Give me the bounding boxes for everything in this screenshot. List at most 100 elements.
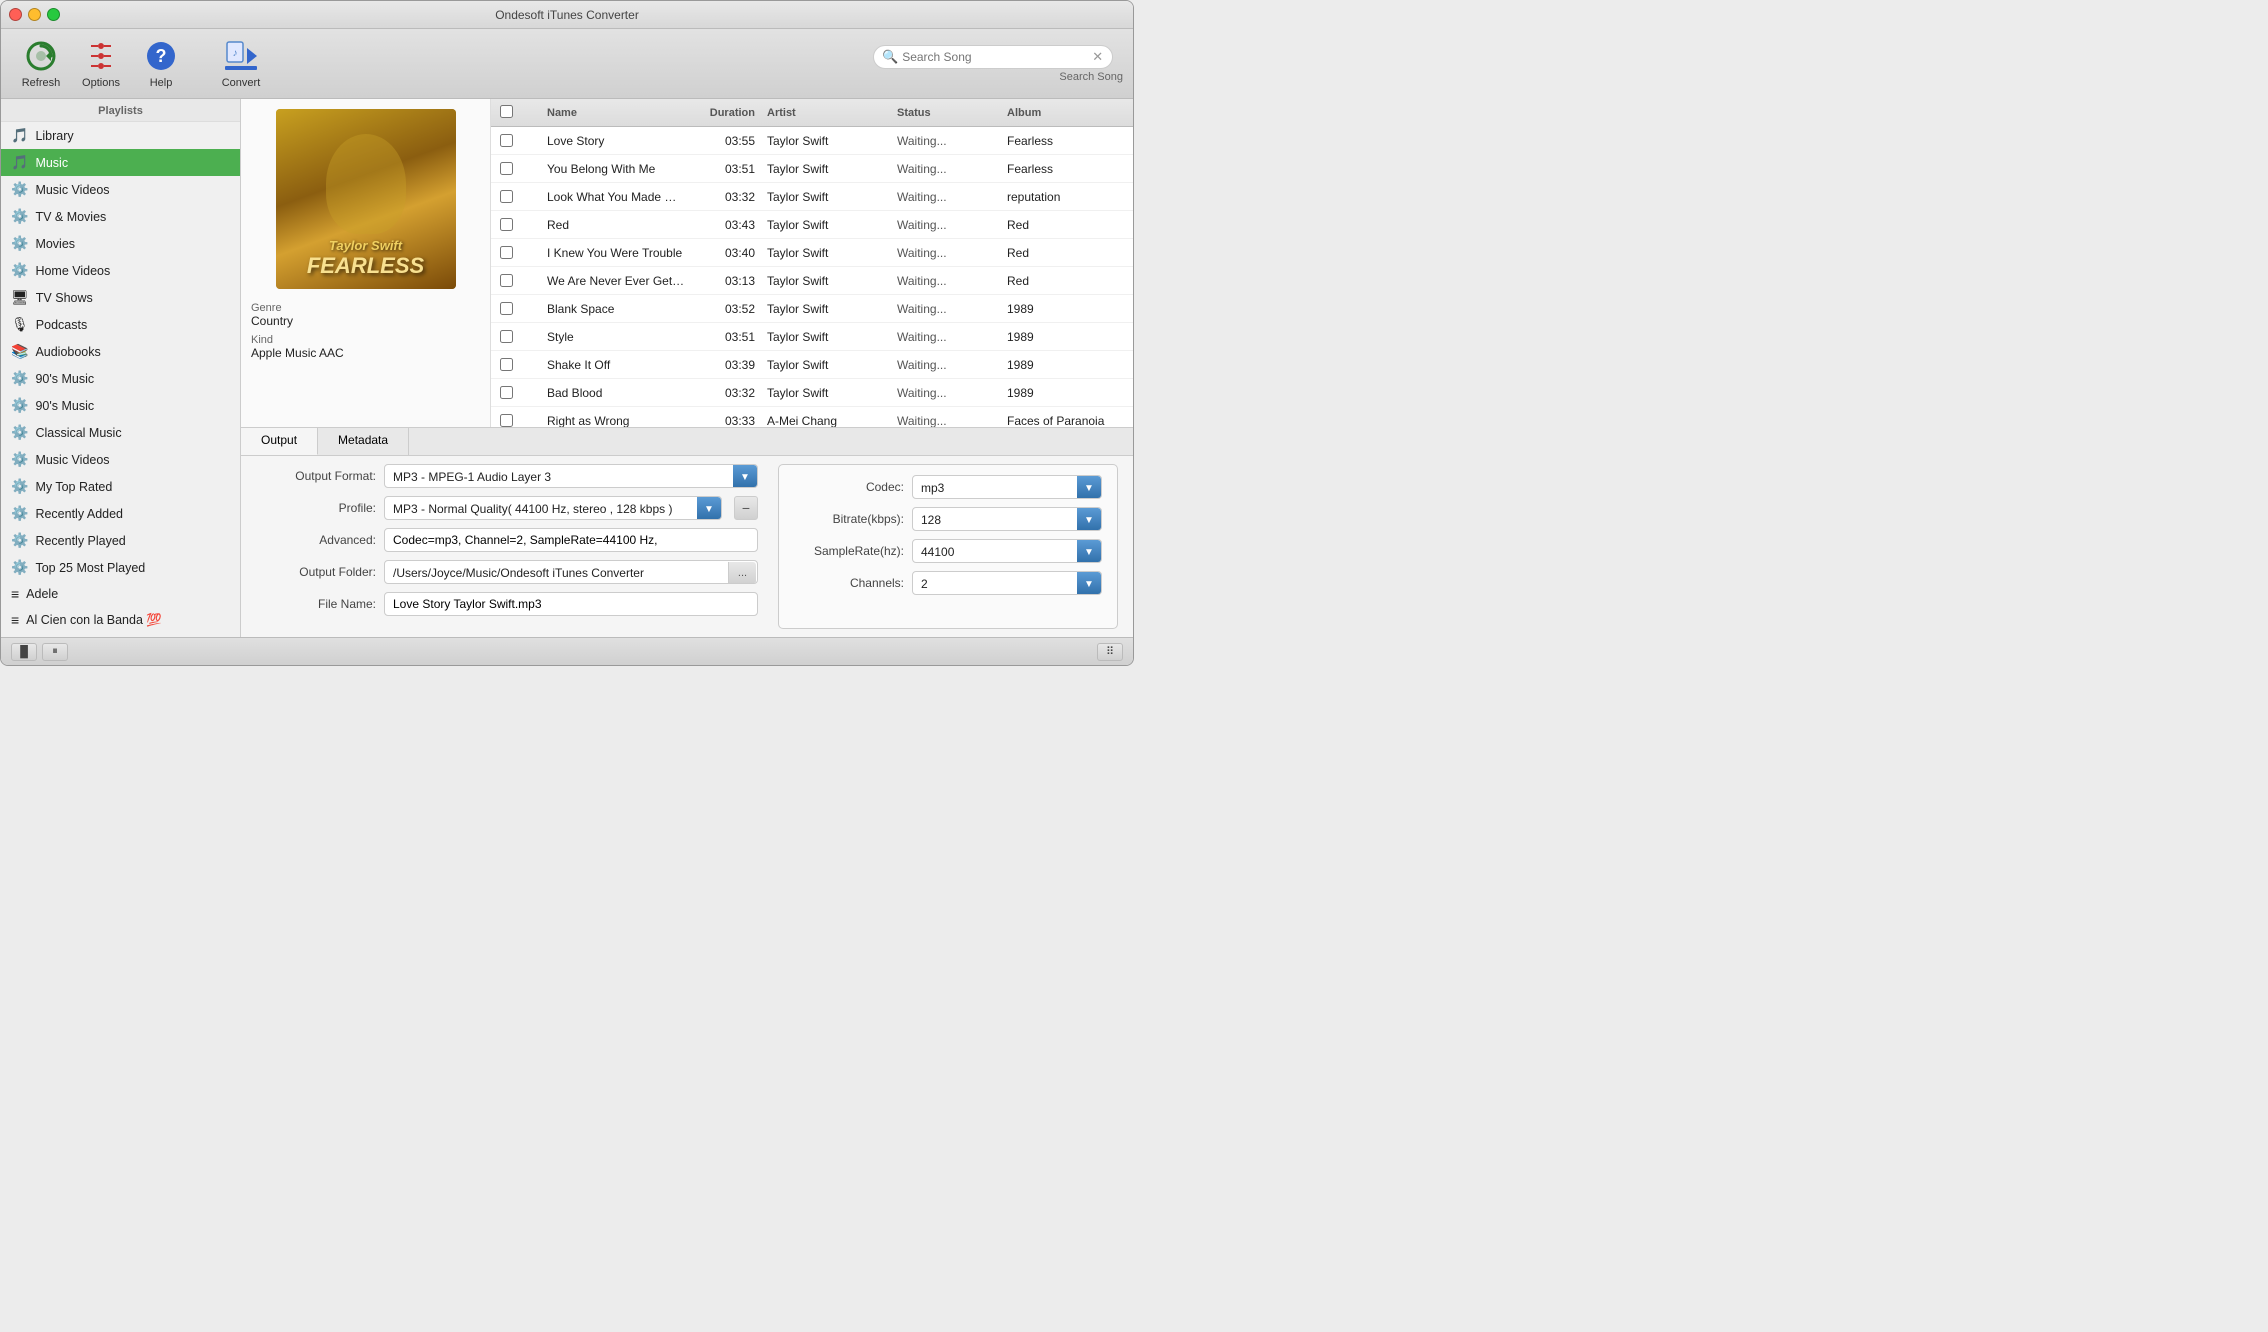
table-row[interactable]: Love Story 03:55 Taylor Swift Waiting...… — [491, 127, 1133, 155]
sidebar-item-label: Al Cien con la Banda 💯 — [26, 613, 162, 628]
row-checkbox[interactable] — [500, 134, 513, 147]
row-checkbox-cell[interactable] — [491, 274, 521, 287]
maximize-button[interactable] — [47, 8, 60, 21]
sidebar-item-label: Movies — [35, 237, 75, 251]
table-row[interactable]: Shake It Off 03:39 Taylor Swift Waiting.… — [491, 351, 1133, 379]
pause-button[interactable]: ⏸ — [42, 643, 68, 661]
song-album: Red — [1001, 218, 1133, 232]
row-checkbox-cell[interactable] — [491, 162, 521, 175]
row-checkbox-cell[interactable] — [491, 190, 521, 203]
search-box[interactable]: 🔍 ✕ — [873, 45, 1113, 69]
row-checkbox-cell[interactable] — [491, 414, 521, 427]
sidebar-item-top-25[interactable]: ⚙️ Top 25 Most Played — [1, 554, 240, 581]
row-checkbox-cell[interactable] — [491, 330, 521, 343]
row-checkbox-cell[interactable] — [491, 386, 521, 399]
sidebar-item-home-videos[interactable]: ⚙️ Home Videos — [1, 257, 240, 284]
sidebar-item-podcasts[interactable]: 🎙 Podcasts — [1, 311, 240, 338]
row-checkbox[interactable] — [500, 414, 513, 427]
90s-music-icon: ⚙️ — [11, 370, 28, 387]
song-list-scroll[interactable]: Love Story 03:55 Taylor Swift Waiting...… — [491, 127, 1133, 427]
row-checkbox[interactable] — [500, 386, 513, 399]
song-duration: 03:32 — [691, 386, 761, 400]
sidebar-item-library[interactable]: 🎵 Library — [1, 122, 240, 149]
tab-metadata[interactable]: Metadata — [318, 428, 409, 455]
row-checkbox[interactable] — [500, 246, 513, 259]
browse-button[interactable]: ... — [728, 562, 756, 584]
tab-output[interactable]: Output — [241, 428, 318, 455]
sidebar-item-90s-music[interactable]: ⚙️ 90's Music — [1, 365, 240, 392]
table-row[interactable]: I Knew You Were Trouble 03:40 Taylor Swi… — [491, 239, 1133, 267]
row-checkbox-cell[interactable] — [491, 358, 521, 371]
channels-arrow[interactable]: ▼ — [1077, 572, 1101, 595]
row-checkbox-cell[interactable] — [491, 246, 521, 259]
output-format-dropdown[interactable]: MP3 - MPEG-1 Audio Layer 3 ▼ — [384, 464, 758, 488]
table-row[interactable]: Red 03:43 Taylor Swift Waiting... Red — [491, 211, 1133, 239]
refresh-button[interactable]: Refresh — [11, 38, 71, 89]
sidebar-item-label: Podcasts — [36, 318, 87, 332]
row-checkbox[interactable] — [500, 218, 513, 231]
bottom-left-panel: Output Format: MP3 - MPEG-1 Audio Layer … — [256, 464, 758, 629]
sidebar-item-music[interactable]: 🎵 Music — [1, 149, 240, 176]
bitrate-arrow[interactable]: ▼ — [1077, 508, 1101, 531]
output-folder-field[interactable]: /Users/Joyce/Music/Ondesoft iTunes Conve… — [384, 560, 758, 584]
codec-dropdown[interactable]: mp3 ▼ — [912, 475, 1102, 499]
search-input[interactable] — [902, 50, 1092, 64]
sidebar-item-tv-movies[interactable]: ⚙️ TV & Movies — [1, 203, 240, 230]
song-name: You Belong With Me — [541, 162, 691, 176]
sidebar-item-90s-music-2[interactable]: ⚙️ 90's Music — [1, 392, 240, 419]
row-checkbox-cell[interactable] — [491, 218, 521, 231]
advanced-input[interactable] — [384, 528, 758, 552]
select-all-checkbox[interactable] — [500, 105, 513, 118]
table-row[interactable]: Look What You Made Me Do 03:32 Taylor Sw… — [491, 183, 1133, 211]
sidebar-item-adele[interactable]: ≡ Adele — [1, 581, 240, 607]
sidebar-item-tv-shows[interactable]: 🖥 TV Shows — [1, 284, 240, 311]
sidebar-item-recently-added[interactable]: ⚙️ Recently Added — [1, 500, 240, 527]
row-checkbox[interactable] — [500, 190, 513, 203]
row-checkbox[interactable] — [500, 330, 513, 343]
sidebar-item-music-videos-2[interactable]: ⚙️ Music Videos — [1, 446, 240, 473]
sidebar-item-music-videos[interactable]: ⚙️ Music Videos — [1, 176, 240, 203]
sidebar-item-audiobooks[interactable]: 📚 Audiobooks — [1, 338, 240, 365]
resize-button[interactable]: ⠿ — [1097, 643, 1123, 661]
minimize-button[interactable] — [28, 8, 41, 21]
table-row[interactable]: We Are Never Ever Getting Back Tog... 03… — [491, 267, 1133, 295]
options-button[interactable]: Options — [71, 38, 131, 89]
close-button[interactable] — [9, 8, 22, 21]
table-row[interactable]: Blank Space 03:52 Taylor Swift Waiting..… — [491, 295, 1133, 323]
sidebar-item-al-cien[interactable]: ≡ Al Cien con la Banda 💯 — [1, 607, 240, 633]
row-checkbox-cell[interactable] — [491, 134, 521, 147]
help-button[interactable]: ? Help — [131, 38, 191, 89]
titlebar: Ondesoft iTunes Converter — [1, 1, 1133, 29]
profile-minus-button[interactable]: − — [734, 496, 758, 520]
row-checkbox[interactable] — [500, 302, 513, 315]
convert-button[interactable]: ♪ Convert — [211, 38, 271, 89]
row-checkbox-cell[interactable] — [491, 302, 521, 315]
row-checkbox[interactable] — [500, 358, 513, 371]
info-panel: Taylor Swift FEARLESS Genre Country — [241, 99, 491, 427]
sidebar-item-classical[interactable]: ⚙️ Classical Music — [1, 419, 240, 446]
channels-dropdown[interactable]: 2 ▼ — [912, 571, 1102, 595]
table-row[interactable]: Bad Blood 03:32 Taylor Swift Waiting... … — [491, 379, 1133, 407]
table-row[interactable]: You Belong With Me 03:51 Taylor Swift Wa… — [491, 155, 1133, 183]
samplerate-dropdown[interactable]: 44100 ▼ — [912, 539, 1102, 563]
table-row[interactable]: Right as Wrong 03:33 A-Mei Chang Waiting… — [491, 407, 1133, 427]
codec-arrow[interactable]: ▼ — [1077, 476, 1101, 499]
samplerate-arrow[interactable]: ▼ — [1077, 540, 1101, 563]
search-clear-icon[interactable]: ✕ — [1092, 49, 1103, 65]
kind-label: Kind — [251, 334, 480, 346]
table-row[interactable]: Style 03:51 Taylor Swift Waiting... 1989 — [491, 323, 1133, 351]
row-checkbox[interactable] — [500, 274, 513, 287]
song-album: 1989 — [1001, 358, 1133, 372]
song-status: Waiting... — [891, 246, 1001, 260]
sidebar-item-recently-played[interactable]: ⚙️ Recently Played — [1, 527, 240, 554]
sidebar-item-movies[interactable]: ⚙️ Movies — [1, 230, 240, 257]
profile-dropdown[interactable]: MP3 - Normal Quality( 44100 Hz, stereo ,… — [384, 496, 722, 520]
play-button[interactable]: ▐▌ — [11, 643, 37, 661]
row-checkbox[interactable] — [500, 162, 513, 175]
profile-arrow[interactable]: ▼ — [697, 497, 721, 520]
output-format-arrow[interactable]: ▼ — [733, 465, 757, 488]
sidebar-item-my-top-rated[interactable]: ⚙️ My Top Rated — [1, 473, 240, 500]
sidebar-scroll[interactable]: 🎵 Library 🎵 Music ⚙️ Music Videos ⚙️ TV … — [1, 122, 240, 637]
file-name-input[interactable] — [384, 592, 758, 616]
bitrate-dropdown[interactable]: 128 ▼ — [912, 507, 1102, 531]
